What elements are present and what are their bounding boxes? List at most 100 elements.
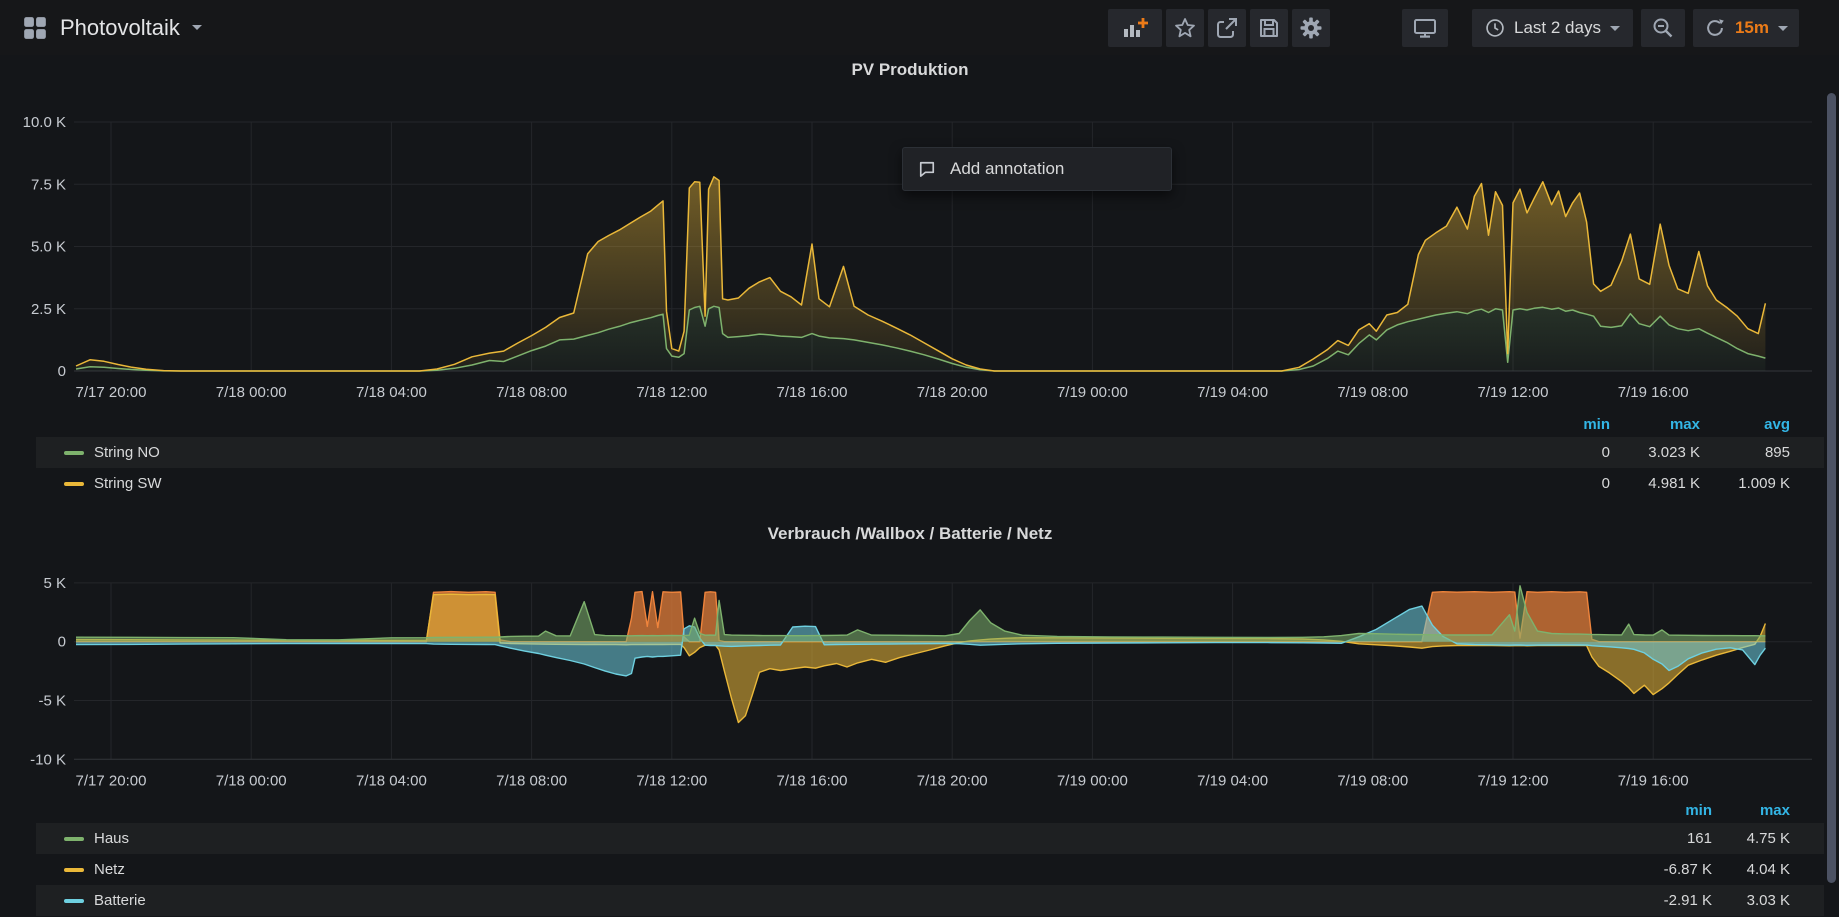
x-axis-tick-label: 7/18 08:00 xyxy=(496,384,567,401)
legend-sort-max[interactable]: max xyxy=(1712,802,1790,819)
x-axis-tick-label: 7/19 04:00 xyxy=(1197,384,1268,401)
legend-max-batterie: 3.03 K xyxy=(1712,892,1790,909)
x-axis-tick-label: 7/19 12:00 xyxy=(1478,772,1549,789)
verbrauch-chart[interactable]: 7/17 20:007/18 00:007/18 04:007/18 08:00… xyxy=(30,575,1812,790)
series-color-dash[interactable] xyxy=(64,482,84,486)
x-axis-tick-label: 7/18 20:00 xyxy=(917,384,988,401)
refresh-icon[interactable] xyxy=(1704,17,1726,39)
y-axis-tick-label: 2.5 K xyxy=(31,301,66,318)
legend-min-batterie: -2.91 K xyxy=(1634,892,1712,909)
navbar: Photovoltaik xyxy=(0,0,1839,55)
y-axis-tick-label: -5 K xyxy=(38,693,66,710)
series-color-dash[interactable] xyxy=(64,451,84,455)
legend-avg-string-sw: 1.009 K xyxy=(1700,475,1790,492)
legend-sort-min[interactable]: min xyxy=(1634,802,1712,819)
legend-row-haus: Haus 1614.75 K xyxy=(36,823,1824,854)
legend-header-row: minmax xyxy=(36,797,1824,823)
x-axis-tick-label: 7/19 00:00 xyxy=(1057,384,1128,401)
settings-button[interactable] xyxy=(1292,9,1330,47)
y-axis-tick-label: 5.0 K xyxy=(31,239,66,256)
x-axis-tick-label: 7/19 08:00 xyxy=(1337,772,1408,789)
series-color-dash[interactable] xyxy=(64,837,84,841)
save-icon xyxy=(1257,16,1281,40)
legend-sort-max[interactable]: max xyxy=(1610,416,1700,433)
legend-max-string-sw: 4.981 K xyxy=(1610,475,1700,492)
legend-pv-produktion: minmaxavg String NO 03.023 K895 String SW 04… xyxy=(36,411,1824,499)
x-axis-tick-label: 7/18 04:00 xyxy=(356,384,427,401)
dashboard-title: Photovoltaik xyxy=(60,15,180,41)
series-color-dash[interactable] xyxy=(64,868,84,872)
y-axis-tick-label: 7.5 K xyxy=(31,176,66,193)
legend-min-netz: -6.87 K xyxy=(1634,861,1712,878)
vertical-scrollbar[interactable] xyxy=(1827,93,1836,883)
x-axis-tick-label: 7/18 00:00 xyxy=(216,384,287,401)
apps-grid-icon xyxy=(22,15,48,41)
gear-icon xyxy=(1299,16,1323,40)
tv-mode-button[interactable] xyxy=(1402,9,1448,47)
x-axis-tick-label: 7/19 12:00 xyxy=(1478,384,1549,401)
dashboard-title-dropdown[interactable]: Photovoltaik xyxy=(22,15,202,41)
time-range-label: Last 2 days xyxy=(1514,18,1601,38)
series-label-haus[interactable]: Haus xyxy=(94,830,129,847)
legend-avg-string-no: 895 xyxy=(1700,444,1790,461)
chevron-down-icon xyxy=(1610,26,1620,31)
y-axis-tick-label: 10.0 K xyxy=(23,114,66,131)
legend-verbrauch: minmaxHaus1614.75 KNetz-6.87 K4.04 KBatt… xyxy=(36,797,1824,916)
refresh-interval-label[interactable]: 15m xyxy=(1735,18,1769,38)
legend-header-row: minmaxavg xyxy=(36,411,1824,437)
time-picker-button[interactable]: Last 2 days xyxy=(1472,9,1633,47)
legend-row-netz: Netz-6.87 K4.04 K xyxy=(36,854,1824,885)
add-panel-icon xyxy=(1122,16,1148,40)
monitor-icon xyxy=(1412,16,1438,40)
comment-icon xyxy=(917,159,937,179)
x-axis-tick-label: 7/19 04:00 xyxy=(1197,772,1268,789)
legend-max-string-no: 3.023 K xyxy=(1610,444,1700,461)
add-annotation-label: Add annotation xyxy=(950,159,1064,179)
legend-min-string-sw: 0 xyxy=(1520,475,1610,492)
save-button[interactable] xyxy=(1250,9,1288,47)
legend-min-string-no: 0 xyxy=(1520,444,1610,461)
zoom-out-icon xyxy=(1651,16,1675,40)
x-axis-tick-label: 7/18 16:00 xyxy=(777,384,848,401)
panel-title-pv-produktion[interactable]: PV Produktion xyxy=(0,60,1820,80)
legend-sort-min[interactable]: min xyxy=(1520,416,1610,433)
legend-row-string-sw: String SW 04.981 K1.009 K xyxy=(36,468,1824,499)
x-axis-tick-label: 7/19 16:00 xyxy=(1618,772,1689,789)
x-axis-tick-label: 7/18 12:00 xyxy=(636,384,707,401)
star-icon xyxy=(1173,16,1197,40)
legend-row-batterie: Batterie -2.91 K3.03 K xyxy=(36,885,1824,916)
x-axis-tick-label: 7/17 20:00 xyxy=(76,772,147,789)
x-axis-tick-label: 7/18 16:00 xyxy=(777,772,848,789)
series-label-netz[interactable]: Netz xyxy=(94,861,125,878)
x-axis-tick-label: 7/18 00:00 xyxy=(216,772,287,789)
x-axis-tick-label: 7/18 12:00 xyxy=(636,772,707,789)
x-axis-tick-label: 7/18 20:00 xyxy=(917,772,988,789)
x-axis-tick-label: 7/17 20:00 xyxy=(76,384,147,401)
x-axis-tick-label: 7/18 04:00 xyxy=(356,772,427,789)
y-axis-tick-label: -10 K xyxy=(30,751,66,768)
clock-icon xyxy=(1485,18,1505,38)
share-button[interactable] xyxy=(1208,9,1246,47)
y-axis-tick-label: 0 xyxy=(58,363,66,380)
y-axis-tick-label: 0 xyxy=(58,634,66,651)
chevron-down-icon xyxy=(192,25,202,30)
legend-min-haus: 161 xyxy=(1634,830,1712,847)
zoom-out-button[interactable] xyxy=(1641,9,1685,47)
x-axis-tick-label: 7/19 16:00 xyxy=(1618,384,1689,401)
share-icon xyxy=(1215,16,1239,40)
add-annotation-menu[interactable]: Add annotation xyxy=(902,147,1172,191)
legend-max-haus: 4.75 K xyxy=(1712,830,1790,847)
legend-row-string-no: String NO 03.023 K895 xyxy=(36,437,1824,468)
series-label-batterie[interactable]: Batterie xyxy=(94,892,146,909)
star-button[interactable] xyxy=(1166,9,1204,47)
series-label-string-no[interactable]: String NO xyxy=(94,444,160,461)
x-axis-tick-label: 7/19 00:00 xyxy=(1057,772,1128,789)
chevron-down-icon[interactable] xyxy=(1778,26,1788,31)
series-label-string-sw[interactable]: String SW xyxy=(94,475,162,492)
series-color-dash[interactable] xyxy=(64,899,84,903)
refresh-button-group: 15m xyxy=(1693,9,1799,47)
add-panel-button[interactable] xyxy=(1108,9,1162,47)
x-axis-tick-label: 7/19 08:00 xyxy=(1337,384,1408,401)
legend-sort-avg[interactable]: avg xyxy=(1700,416,1790,433)
panel-title-verbrauch[interactable]: Verbrauch /Wallbox / Batterie / Netz xyxy=(0,524,1820,544)
